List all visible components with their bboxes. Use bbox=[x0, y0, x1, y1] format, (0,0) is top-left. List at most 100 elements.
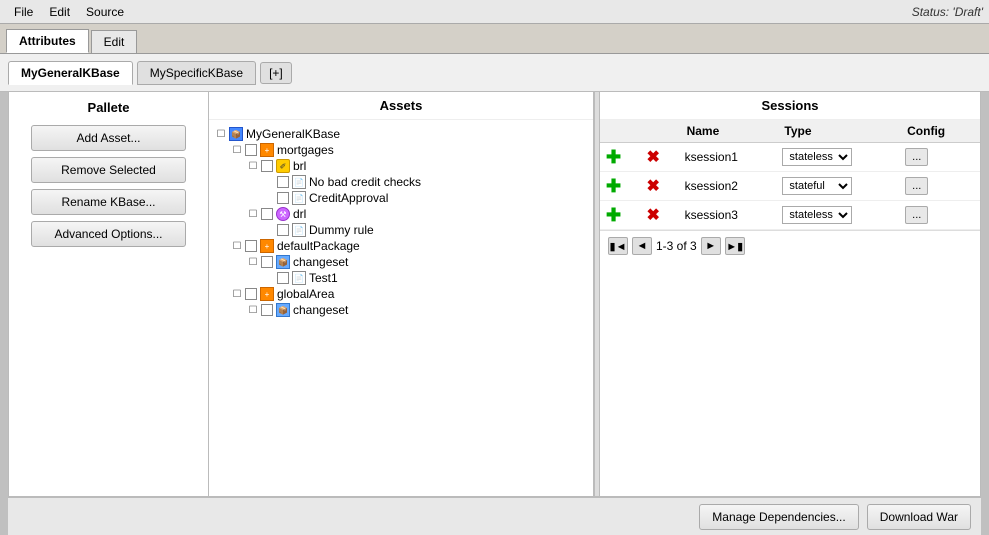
icon-mortgages: + bbox=[260, 143, 274, 157]
cb-dummyrule[interactable] bbox=[277, 224, 289, 236]
cb-drl[interactable] bbox=[261, 208, 273, 220]
add-icon-2[interactable]: ✚ bbox=[606, 176, 621, 196]
cb-globalarea[interactable] bbox=[245, 288, 257, 300]
cb-changeset1[interactable] bbox=[261, 256, 273, 268]
kbase-tab-general[interactable]: MyGeneralKBase bbox=[8, 61, 133, 85]
label-mortgages[interactable]: mortgages bbox=[277, 143, 334, 157]
toggle-mortgages[interactable]: ☐ bbox=[231, 144, 243, 156]
label-root[interactable]: MyGeneralKBase bbox=[246, 127, 340, 141]
page-info: 1-3 of 3 bbox=[656, 239, 697, 253]
sessions-table: Name Type Config ✚ ✖ ksession1 stateless bbox=[600, 120, 980, 230]
menu-source[interactable]: Source bbox=[78, 3, 132, 21]
page-last-btn[interactable]: ►▮ bbox=[725, 237, 745, 255]
label-changeset1[interactable]: changeset bbox=[293, 255, 348, 269]
cb-brl[interactable] bbox=[261, 160, 273, 172]
label-dummyrule[interactable]: Dummy rule bbox=[309, 223, 374, 237]
toggle-brl[interactable]: ☐ bbox=[247, 160, 259, 172]
remove-icon-1[interactable]: ✖ bbox=[647, 149, 660, 166]
tab-attributes[interactable]: Attributes bbox=[6, 29, 89, 53]
add-icon-1[interactable]: ✚ bbox=[606, 147, 621, 167]
table-row: ✚ ✖ ksession2 stateless stateful ... bbox=[600, 172, 980, 201]
tree-node-dummyrule: ☐ 📄 Dummy rule bbox=[215, 222, 587, 238]
remove-btn-2[interactable]: ✖ bbox=[641, 172, 679, 201]
config-btn-3[interactable]: ... bbox=[905, 206, 928, 224]
config-btn-2[interactable]: ... bbox=[905, 177, 928, 195]
pallete-panel: Pallete Add Asset... Remove Selected Ren… bbox=[9, 92, 209, 496]
add-btn-2[interactable]: ✚ bbox=[600, 172, 641, 201]
table-row: ✚ ✖ ksession3 stateless stateful ... bbox=[600, 201, 980, 230]
assets-tree[interactable]: ☐ 📦 MyGeneralKBase ☐ + mortgages ☐ ✐ brl bbox=[209, 120, 593, 496]
remove-btn-1[interactable]: ✖ bbox=[641, 143, 679, 172]
remove-selected-button[interactable]: Remove Selected bbox=[31, 157, 186, 183]
sessions-table-header: Name Type Config bbox=[600, 120, 980, 143]
label-globalarea[interactable]: globalArea bbox=[277, 287, 334, 301]
page-prev-btn[interactable]: ◄ bbox=[632, 237, 652, 255]
remove-icon-3[interactable]: ✖ bbox=[647, 207, 660, 224]
label-nocredit[interactable]: No bad credit checks bbox=[309, 175, 421, 189]
session-config-2[interactable]: ... bbox=[899, 172, 980, 201]
add-icon-3[interactable]: ✚ bbox=[606, 205, 621, 225]
advanced-options-button[interactable]: Advanced Options... bbox=[31, 221, 186, 247]
assets-panel: Assets ☐ 📦 MyGeneralKBase ☐ + mortgages bbox=[209, 92, 594, 496]
toggle-defaultpackage[interactable]: ☐ bbox=[231, 240, 243, 252]
main-tabbar: Attributes Edit bbox=[0, 24, 989, 54]
add-btn-1[interactable]: ✚ bbox=[600, 143, 641, 172]
toggle-globalarea[interactable]: ☐ bbox=[231, 288, 243, 300]
kbase-tab-add[interactable]: [+] bbox=[260, 62, 292, 84]
icon-brl: ✐ bbox=[276, 159, 290, 173]
assets-title: Assets bbox=[209, 92, 593, 120]
session-config-3[interactable]: ... bbox=[899, 201, 980, 230]
kbase-tab-specific[interactable]: MySpecificKBase bbox=[137, 61, 256, 85]
tree-node-defaultpackage: ☐ + defaultPackage bbox=[215, 238, 587, 254]
add-asset-button[interactable]: Add Asset... bbox=[31, 125, 186, 151]
remove-btn-3[interactable]: ✖ bbox=[641, 201, 679, 230]
icon-nocredit: 📄 bbox=[292, 175, 306, 189]
tab-edit[interactable]: Edit bbox=[91, 30, 138, 53]
session-type-3[interactable]: stateless stateful bbox=[776, 201, 899, 230]
session-type-select-2[interactable]: stateless stateful bbox=[782, 177, 852, 195]
panels-wrapper: Pallete Add Asset... Remove Selected Ren… bbox=[8, 92, 981, 497]
tree-node-mortgages: ☐ + mortgages bbox=[215, 142, 587, 158]
menubar: File Edit Source Status: 'Draft' bbox=[0, 0, 989, 24]
page-next-btn[interactable]: ► bbox=[701, 237, 721, 255]
label-drl[interactable]: drl bbox=[293, 207, 306, 221]
menu-file[interactable]: File bbox=[6, 3, 41, 21]
icon-dummyrule: 📄 bbox=[292, 223, 306, 237]
tree-node-creditapproval: ☐ 📄 CreditApproval bbox=[215, 190, 587, 206]
status-label: Status: 'Draft' bbox=[912, 5, 983, 19]
cb-changeset2[interactable] bbox=[261, 304, 273, 316]
bottom-bar: Manage Dependencies... Download War bbox=[8, 497, 981, 535]
manage-dependencies-button[interactable]: Manage Dependencies... bbox=[699, 504, 858, 530]
session-type-1[interactable]: stateless stateful bbox=[776, 143, 899, 172]
cb-defaultpackage[interactable] bbox=[245, 240, 257, 252]
icon-changeset1: 📦 bbox=[276, 255, 290, 269]
cb-nocredit[interactable] bbox=[277, 176, 289, 188]
cb-test1[interactable] bbox=[277, 272, 289, 284]
label-creditapproval[interactable]: CreditApproval bbox=[309, 191, 388, 205]
toggle-changeset1[interactable]: ☐ bbox=[247, 256, 259, 268]
config-btn-1[interactable]: ... bbox=[905, 148, 928, 166]
toggle-drl[interactable]: ☐ bbox=[247, 208, 259, 220]
rename-kbase-button[interactable]: Rename KBase... bbox=[31, 189, 186, 215]
label-defaultpackage[interactable]: defaultPackage bbox=[277, 239, 360, 253]
cb-mortgages[interactable] bbox=[245, 144, 257, 156]
page-first-btn[interactable]: ▮◄ bbox=[608, 237, 628, 255]
icon-kbase-root: 📦 bbox=[229, 127, 243, 141]
menu-edit[interactable]: Edit bbox=[41, 3, 78, 21]
label-changeset2[interactable]: changeset bbox=[293, 303, 348, 317]
session-type-select-3[interactable]: stateless stateful bbox=[782, 206, 852, 224]
icon-test1: 📄 bbox=[292, 271, 306, 285]
label-brl[interactable]: brl bbox=[293, 159, 306, 173]
remove-icon-2[interactable]: ✖ bbox=[647, 178, 660, 195]
cb-creditapproval[interactable] bbox=[277, 192, 289, 204]
download-war-button[interactable]: Download War bbox=[867, 504, 971, 530]
session-type-2[interactable]: stateless stateful bbox=[776, 172, 899, 201]
session-config-1[interactable]: ... bbox=[899, 143, 980, 172]
session-type-select-1[interactable]: stateless stateful bbox=[782, 148, 852, 166]
toggle-root[interactable]: ☐ bbox=[215, 128, 227, 140]
label-test1[interactable]: Test1 bbox=[309, 271, 338, 285]
add-btn-3[interactable]: ✚ bbox=[600, 201, 641, 230]
kbase-tabbar: MyGeneralKBase MySpecificKBase [+] bbox=[0, 54, 989, 92]
tree-node-nocredit: ☐ 📄 No bad credit checks bbox=[215, 174, 587, 190]
toggle-changeset2[interactable]: ☐ bbox=[247, 304, 259, 316]
